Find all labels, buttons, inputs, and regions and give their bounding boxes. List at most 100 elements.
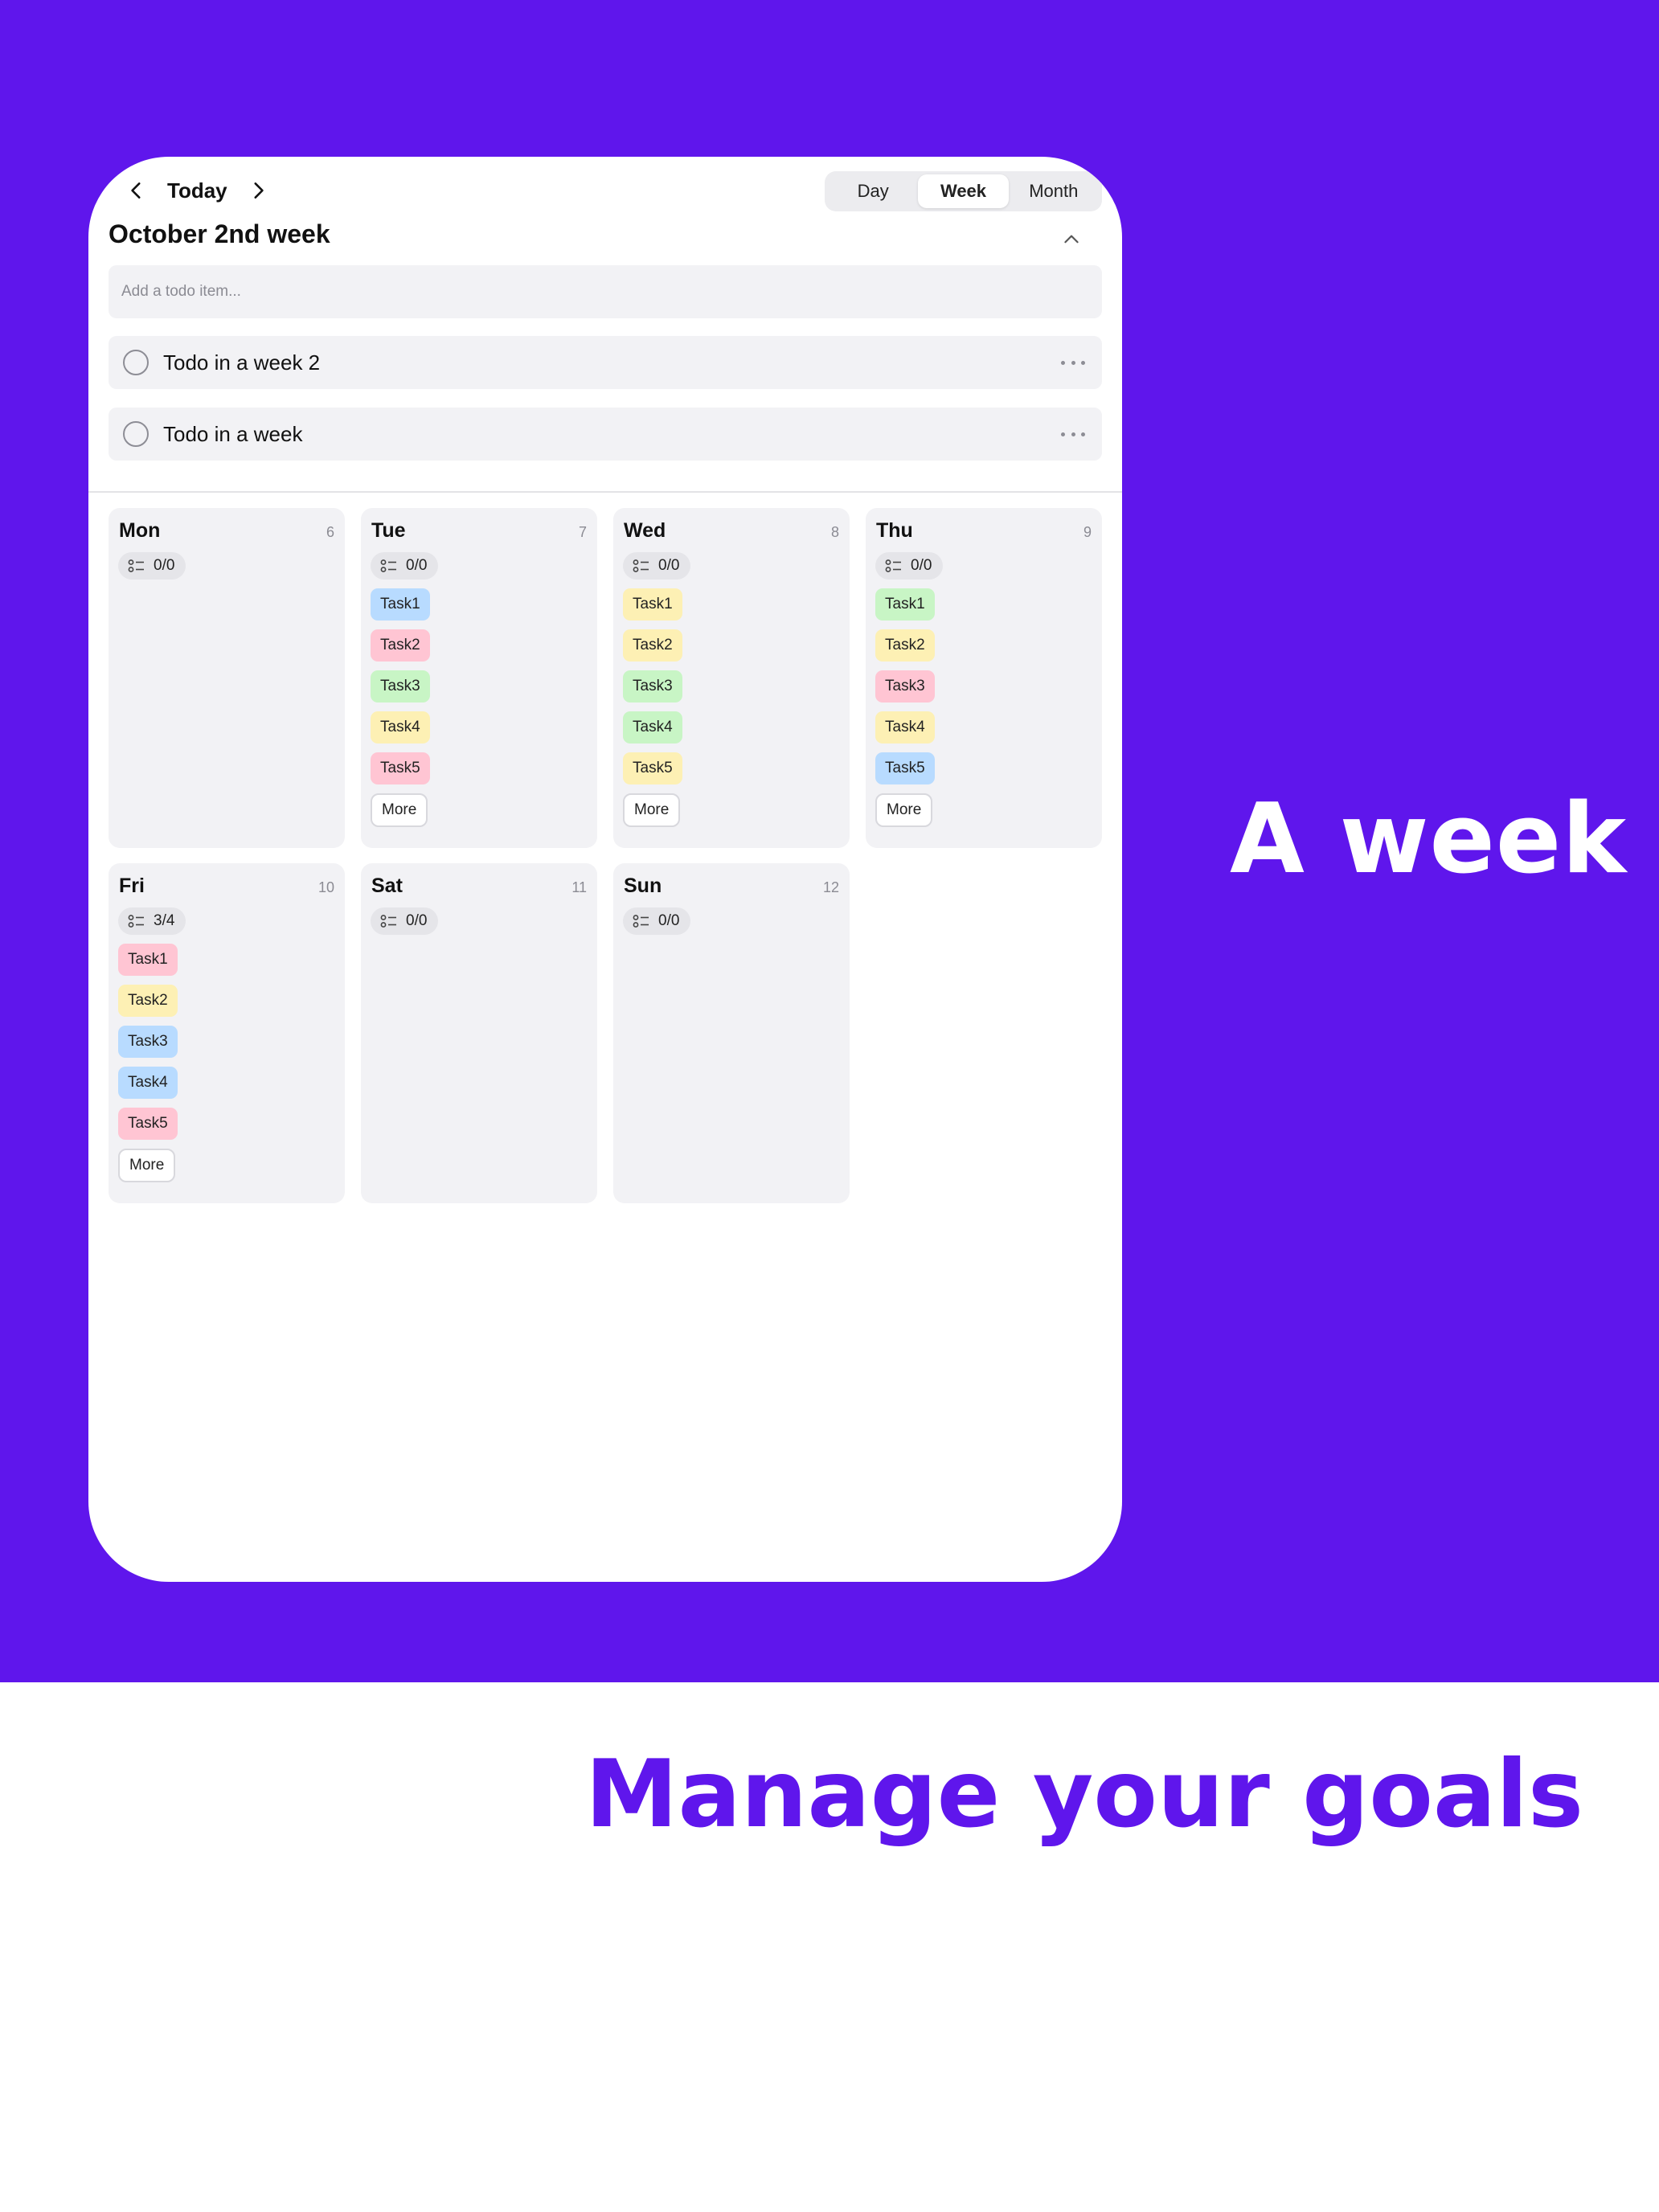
task-list: Task1 Task2 Task3 Task4 Task5 More: [875, 588, 1092, 827]
tab-month[interactable]: Month: [1009, 174, 1099, 208]
task-chip[interactable]: Task3: [623, 670, 682, 703]
day-date: 10: [317, 879, 334, 895]
week-grid: Mon 6 0/0 Tue 7 0/0 Task1 Task2 Task3 Task4 Task5 M…: [109, 508, 1102, 1203]
todo-label: Todo in a week: [163, 421, 303, 446]
checklist-icon: [633, 559, 650, 573]
progress-badge: 0/0: [371, 552, 439, 580]
add-todo-input[interactable]: [109, 265, 1102, 318]
task-chip[interactable]: Task3: [118, 1026, 178, 1058]
day-card-sat[interactable]: Sat 11 0/0: [361, 863, 597, 1203]
more-button[interactable]: More: [875, 793, 933, 827]
day-header: Wed 8: [623, 519, 840, 543]
more-button[interactable]: More: [118, 1149, 176, 1182]
day-card-fri[interactable]: Fri 10 3/4 Task1 Task2 Task3 Task4 Task5 More: [109, 863, 345, 1203]
progress-value: 0/0: [911, 557, 932, 574]
task-list: Task1 Task2 Task3 Task4 Task5 More: [623, 588, 840, 827]
checklist-icon: [128, 914, 145, 928]
day-header: Tue 7: [371, 519, 588, 543]
progress-badge: 0/0: [118, 552, 186, 580]
todo-checkbox[interactable]: [123, 421, 149, 447]
task-chip[interactable]: Task2: [623, 629, 682, 662]
more-button[interactable]: More: [623, 793, 681, 827]
checklist-icon: [885, 559, 903, 573]
more-options-icon[interactable]: [1059, 426, 1088, 442]
todo-item[interactable]: Todo in a week 2: [109, 336, 1102, 389]
tab-week[interactable]: Week: [918, 174, 1009, 208]
progress-value: 0/0: [154, 557, 175, 574]
checklist-icon: [380, 559, 398, 573]
task-chip[interactable]: Task2: [371, 629, 430, 662]
task-chip[interactable]: Task2: [875, 629, 935, 662]
progress-badge: 0/0: [623, 552, 691, 580]
task-chip[interactable]: Task1: [623, 588, 682, 621]
task-chip[interactable]: Task4: [875, 711, 935, 743]
task-chip[interactable]: Task5: [118, 1108, 178, 1140]
progress-value: 0/0: [658, 557, 680, 574]
task-chip[interactable]: Task3: [875, 670, 935, 703]
day-header: Mon 6: [118, 519, 335, 543]
day-name: Sun: [624, 875, 662, 897]
day-name: Mon: [119, 519, 161, 542]
divider: [88, 491, 1122, 493]
todo-checkbox[interactable]: [123, 350, 149, 375]
app-screen: Today Day Week Month October 2nd week To…: [88, 157, 1122, 1582]
progress-badge: 0/0: [371, 907, 439, 935]
task-chip[interactable]: Task1: [875, 588, 935, 621]
day-name: Fri: [119, 875, 145, 897]
chevron-right-icon[interactable]: [245, 174, 271, 207]
day-date: 7: [578, 524, 587, 540]
day-card-tue[interactable]: Tue 7 0/0 Task1 Task2 Task3 Task4 Task5 More: [361, 508, 597, 848]
task-chip[interactable]: Task5: [623, 752, 682, 784]
chevron-up-icon[interactable]: [1059, 227, 1083, 252]
day-card-mon[interactable]: Mon 6 0/0: [109, 508, 345, 848]
more-button[interactable]: More: [371, 793, 428, 827]
task-chip[interactable]: Task5: [371, 752, 430, 784]
checklist-icon: [633, 914, 650, 928]
day-card-thu[interactable]: Thu 9 0/0 Task1 Task2 Task3 Task4 Task5 More: [866, 508, 1102, 848]
day-header: Sun 12: [623, 875, 840, 898]
task-chip[interactable]: Task4: [118, 1067, 178, 1099]
task-list: Task1 Task2 Task3 Task4 Task5 More: [371, 588, 588, 827]
day-date: 6: [326, 524, 334, 540]
chevron-left-icon[interactable]: [124, 174, 150, 207]
todo-item[interactable]: Todo in a week: [109, 408, 1102, 461]
tab-day[interactable]: Day: [828, 174, 918, 208]
day-name: Thu: [876, 519, 913, 542]
task-chip[interactable]: Task1: [118, 944, 178, 976]
task-chip[interactable]: Task5: [875, 752, 935, 784]
day-date: 9: [1083, 524, 1092, 540]
todo-label: Todo in a week 2: [163, 350, 321, 375]
checklist-icon: [128, 559, 145, 573]
today-button[interactable]: Today: [167, 178, 227, 203]
task-list: Task1 Task2 Task3 Task4 Task5 More: [118, 944, 335, 1182]
progress-badge: 0/0: [623, 907, 691, 935]
task-chip[interactable]: Task3: [371, 670, 430, 703]
progress-value: 0/0: [406, 557, 428, 574]
progress-value: 3/4: [154, 912, 175, 929]
day-header: Thu 9: [875, 519, 1092, 543]
progress-badge: 3/4: [118, 907, 186, 935]
task-chip[interactable]: Task4: [623, 711, 682, 743]
task-chip[interactable]: Task4: [371, 711, 430, 743]
day-name: Tue: [371, 519, 406, 542]
progress-value: 0/0: [406, 912, 428, 929]
progress-badge: 0/0: [875, 552, 944, 580]
view-switcher: Day Week Month: [825, 171, 1102, 211]
day-name: Sat: [371, 875, 403, 897]
day-header: Sat 11: [371, 875, 588, 898]
task-chip[interactable]: Task1: [371, 588, 430, 621]
date-navigation: Today: [124, 174, 271, 207]
more-options-icon[interactable]: [1059, 354, 1088, 371]
day-date: 11: [571, 879, 587, 895]
day-date: 12: [822, 879, 839, 895]
progress-value: 0/0: [658, 912, 680, 929]
day-header: Fri 10: [118, 875, 335, 898]
headline: Manage your goals: [585, 1740, 1583, 1849]
page-title: October 2nd week: [109, 219, 330, 248]
tagline: A week: [1230, 784, 1628, 895]
day-card-sun[interactable]: Sun 12 0/0: [613, 863, 850, 1203]
day-card-wed[interactable]: Wed 8 0/0 Task1 Task2 Task3 Task4 Task5 More: [613, 508, 850, 848]
day-name: Wed: [624, 519, 666, 542]
task-chip[interactable]: Task2: [118, 985, 178, 1017]
day-date: 8: [830, 524, 839, 540]
